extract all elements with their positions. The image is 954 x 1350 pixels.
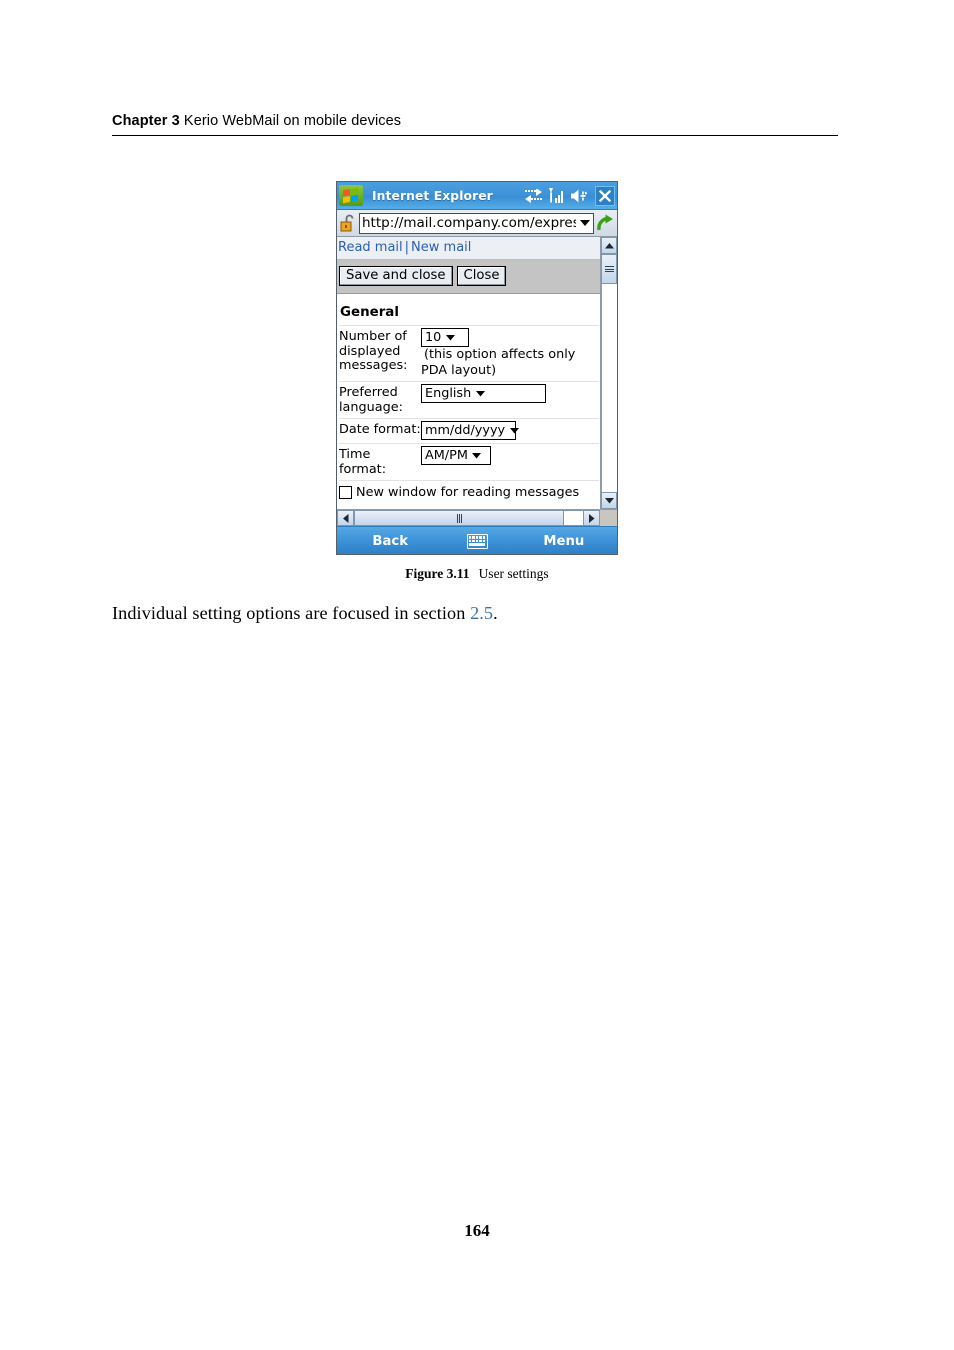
address-bar: http://mail.company.com/expres <box>337 210 617 237</box>
window-title: Internet Explorer <box>372 188 493 203</box>
taskbar-menu-button[interactable]: Menu <box>511 534 617 549</box>
scroll-down-arrow-icon[interactable] <box>601 492 617 509</box>
horizontal-scrollbar-track[interactable] <box>564 510 583 526</box>
scrollbar-grip-icon <box>604 264 614 273</box>
select-time-format[interactable]: AM/PM <box>421 446 491 465</box>
figure-label: Figure 3.11 <box>405 566 470 581</box>
chapter-title: Kerio WebMail on mobile devices <box>183 113 402 129</box>
select-displayed-messages-value: 10 <box>425 330 442 345</box>
close-x-icon[interactable] <box>595 185 615 206</box>
paragraph-text-before: Individual setting options are focused i… <box>112 603 471 623</box>
select-preferred-language-value: English <box>425 386 472 401</box>
close-button[interactable]: Close <box>456 266 507 286</box>
chevron-down-icon[interactable] <box>468 452 486 459</box>
vertical-scrollbar[interactable] <box>600 237 617 509</box>
url-text: http://mail.company.com/expres <box>362 215 576 231</box>
select-date-format-value: mm/dd/yyyy <box>425 423 506 438</box>
section-cross-reference-link[interactable]: 2.5 <box>470 603 493 623</box>
select-displayed-messages[interactable]: 10 <box>421 328 469 347</box>
taskbar-back-button[interactable]: Back <box>337 534 443 549</box>
browser-viewport: Read mail | New mail Save and close Close … <box>337 237 617 509</box>
speaker-volume-icon[interactable] <box>571 189 588 203</box>
page-header: Chapter 3 Kerio WebMail on mobile device… <box>112 113 838 136</box>
pda-titlebar: Internet Explorer <box>337 182 617 210</box>
label-displayed-messages: Number of displayed messages: <box>339 329 408 373</box>
url-input[interactable]: http://mail.company.com/expres <box>359 212 594 234</box>
header-rule <box>112 135 838 136</box>
select-date-format[interactable]: mm/dd/yyyy <box>421 421 519 440</box>
vertical-scrollbar-track[interactable] <box>601 284 617 492</box>
hint-displayed-messages-cont: PDA layout) <box>421 363 497 378</box>
form-row-time-format: Time format: AM/PM <box>339 444 599 481</box>
windows-mobile-logo-icon[interactable] <box>339 185 363 206</box>
paragraph-text-after: . <box>493 603 498 623</box>
form-row-date-format: Date format: mm/dd/yyyy <box>339 419 599 444</box>
horizontal-scrollbar-thumb[interactable] <box>354 510 564 526</box>
save-and-close-button[interactable]: Save and close <box>339 266 453 286</box>
body-paragraph: Individual setting options are focused i… <box>112 603 498 624</box>
soft-keyboard-icon <box>466 533 488 549</box>
section-title-general: General <box>339 294 599 326</box>
chevron-down-icon[interactable] <box>471 390 489 397</box>
connectivity-arrows-icon[interactable] <box>525 188 542 203</box>
taskbar-keyboard-button[interactable] <box>443 533 510 549</box>
scrollbar-grip-icon <box>456 513 462 523</box>
figure-caption: Figure 3.11 User settings <box>0 566 954 582</box>
pda-taskbar: Back Menu <box>337 526 617 554</box>
link-separator: | <box>404 240 410 255</box>
figure-caption-text: User settings <box>478 566 549 581</box>
horizontal-scrollbar[interactable] <box>337 509 617 526</box>
open-padlock-icon[interactable] <box>340 214 357 233</box>
pda-screenshot-figure: Internet Explorer http://mail.company.co… <box>336 181 618 555</box>
scrollbar-corner <box>600 510 617 526</box>
label-date-format: Date format: <box>339 422 421 437</box>
vertical-scrollbar-thumb[interactable] <box>601 254 617 284</box>
form-row-displayed-messages: Number of displayed messages: 10 (this o… <box>339 326 599 382</box>
signal-strength-icon[interactable] <box>549 188 564 203</box>
hint-displayed-messages: (this option affects only <box>424 347 576 362</box>
scroll-left-arrow-icon[interactable] <box>337 510 354 526</box>
chevron-down-icon[interactable] <box>505 427 523 434</box>
form-row-preferred-language: Preferred language: English <box>339 382 599 419</box>
settings-form: General Number of displayed messages: 10… <box>337 294 600 509</box>
label-preferred-language: Preferred language: <box>339 385 403 415</box>
select-time-format-value: AM/PM <box>425 448 468 463</box>
chapter-label: Chapter 3 <box>112 113 180 129</box>
scroll-right-arrow-icon[interactable] <box>583 510 600 526</box>
link-read-mail[interactable]: Read mail <box>338 240 403 255</box>
chevron-down-icon[interactable] <box>441 334 459 341</box>
go-refresh-arrow-icon[interactable] <box>594 213 615 234</box>
webmail-links-bar: Read mail | New mail <box>337 237 600 260</box>
form-row-new-window: New window for reading messages <box>339 481 599 500</box>
scroll-up-arrow-icon[interactable] <box>601 237 617 254</box>
checkbox-new-window[interactable] <box>339 485 352 499</box>
page-number: 164 <box>464 1221 490 1240</box>
page-canvas: Read mail | New mail Save and close Close … <box>337 237 600 509</box>
running-head: Chapter 3 Kerio WebMail on mobile device… <box>112 113 838 135</box>
form-toolbar: Save and close Close <box>337 260 600 294</box>
select-preferred-language[interactable]: English <box>421 384 546 403</box>
chevron-down-icon[interactable] <box>576 219 593 227</box>
system-tray <box>525 182 615 209</box>
label-new-window: New window for reading messages <box>356 484 580 500</box>
label-time-format: Time format: <box>339 447 387 477</box>
link-new-mail[interactable]: New mail <box>411 240 471 255</box>
